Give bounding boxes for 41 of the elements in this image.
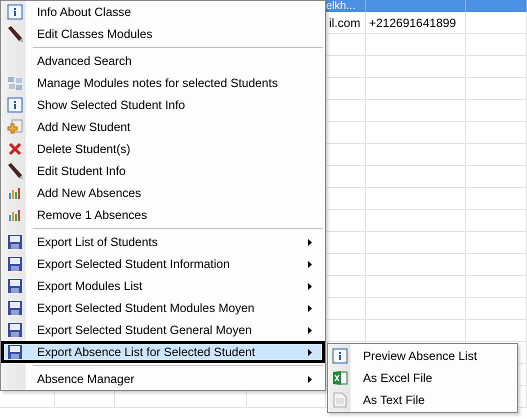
menu-item[interactable]: Export Absence List for Selected Student xyxy=(1,341,325,363)
document-icon xyxy=(333,392,347,408)
bar-chart-icon xyxy=(8,187,22,199)
save-icon xyxy=(7,234,23,250)
menu-item[interactable]: Advanced Search xyxy=(1,50,325,72)
menu-item[interactable]: Export Modules List xyxy=(1,275,325,297)
menu-item[interactable]: Absence Manager xyxy=(1,368,325,390)
table-cell-text: il.com xyxy=(329,14,360,32)
save-icon xyxy=(7,300,23,316)
menu-item[interactable]: Preview Absence List xyxy=(328,345,517,367)
menu-item[interactable]: Export Selected Student Information xyxy=(1,253,325,275)
delete-icon xyxy=(8,142,22,156)
menu-item[interactable]: Show Selected Student Info xyxy=(1,94,325,116)
pencil-icon xyxy=(6,162,24,180)
info-icon xyxy=(7,97,23,113)
column-header: elkh... xyxy=(326,0,356,12)
bar-chart-icon xyxy=(8,209,22,221)
menu-item[interactable]: Add New Student xyxy=(1,116,325,138)
menu-item[interactable]: Info About Classe xyxy=(1,1,325,23)
menu-item[interactable]: As Excel File xyxy=(328,367,517,389)
menu-item[interactable]: Manage Modules notes for selected Students xyxy=(1,72,325,94)
menu-item[interactable]: Add New Absences xyxy=(1,182,325,204)
save-icon xyxy=(7,256,23,272)
menu-item[interactable]: Export Selected Student General Moyen xyxy=(1,319,325,341)
menu-item[interactable]: As Text File xyxy=(328,389,517,411)
table-cell-text: +212691641899 xyxy=(369,14,456,32)
menu-item[interactable]: Edit Student Info xyxy=(1,160,325,182)
add-user-icon xyxy=(7,119,23,135)
menu-item[interactable]: Export List of Students xyxy=(1,231,325,253)
menu-item[interactable]: Remove 1 Absences xyxy=(1,204,325,226)
info-icon xyxy=(332,348,348,364)
modules-icon xyxy=(7,75,23,91)
info-icon xyxy=(7,4,23,20)
save-icon xyxy=(7,322,23,338)
pencil-icon xyxy=(6,25,24,43)
spreadsheet-icon xyxy=(332,370,348,386)
save-icon xyxy=(7,278,23,294)
menu-item[interactable]: Export Selected Student Modules Moyen xyxy=(1,297,325,319)
save-icon xyxy=(7,344,23,360)
menu-item[interactable]: Delete Student(s) xyxy=(1,138,325,160)
menu-item[interactable]: Edit Classes Modules xyxy=(1,23,325,45)
